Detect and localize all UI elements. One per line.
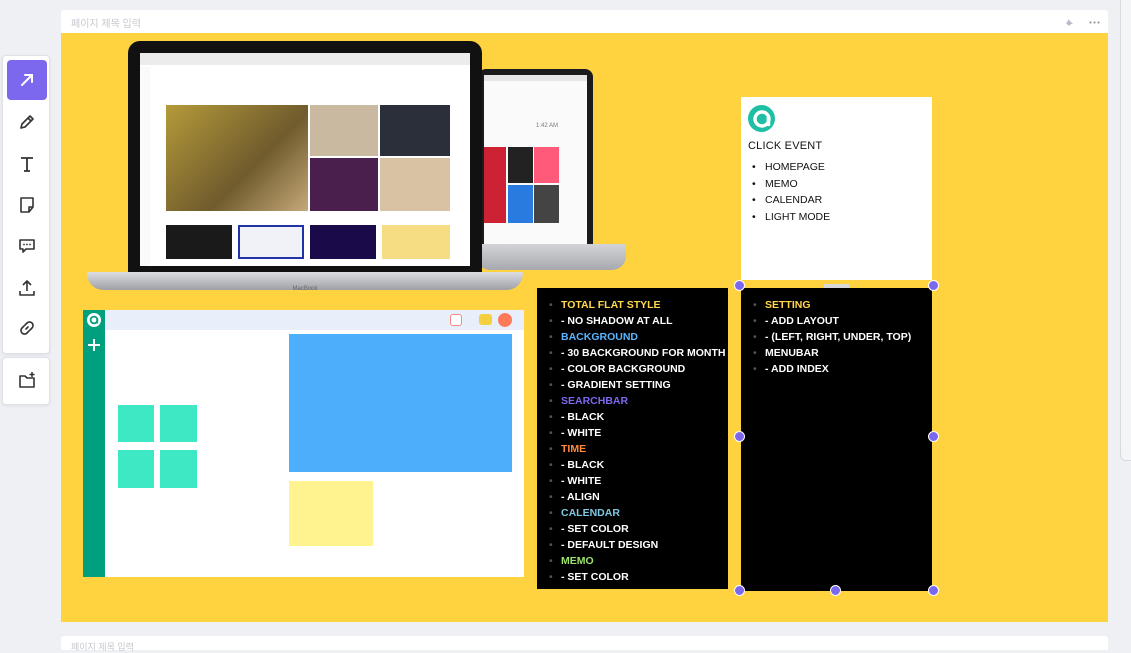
mockup-tile xyxy=(160,405,197,442)
pin-icon[interactable] xyxy=(1064,15,1075,26)
laptop-front-base: MacBook xyxy=(87,272,523,292)
app-logo-icon xyxy=(748,105,775,132)
laptop-clock: 1:42 AM xyxy=(536,123,559,129)
text-tool-button[interactable] xyxy=(7,144,47,184)
list-item: SETTING xyxy=(753,297,911,313)
list-item: HOMEPAGE xyxy=(752,159,830,176)
sticky-note-tool-button[interactable] xyxy=(7,185,47,225)
laptop-image-back[interactable]: 1:42 AM xyxy=(478,69,593,244)
mockup-topbar xyxy=(105,310,524,330)
mockup-sidebar xyxy=(83,310,105,577)
sticky-note-icon xyxy=(20,197,34,213)
link-tool-button[interactable] xyxy=(7,308,47,348)
next-page-frame-header: 페이지 제목 입력 xyxy=(61,636,1108,652)
list-item: TIME xyxy=(549,441,726,457)
resize-handle-top-left[interactable] xyxy=(734,280,745,291)
tool-palette xyxy=(2,55,50,354)
right-panel-edge xyxy=(1120,0,1131,461)
mockup-tile xyxy=(118,405,154,442)
list-item: TOTAL FLAT STYLE xyxy=(549,297,726,313)
list-item: - COLOR BACKGROUND xyxy=(549,361,726,377)
setting-note[interactable]: SETTING- ADD LAYOUT- (LEFT, RIGHT, UNDER… xyxy=(741,288,932,591)
laptop-image-front[interactable] xyxy=(128,41,482,274)
list-item: - WHITE xyxy=(549,425,726,441)
click-event-list: HOMEPAGE MEMO CALENDAR LIGHT MODE xyxy=(752,159,830,225)
list-item: - BLACK xyxy=(549,409,726,425)
upload-tool-button[interactable] xyxy=(7,268,47,308)
page-title-input[interactable]: 페이지 제목 입력 xyxy=(71,15,141,30)
resize-handle-right[interactable] xyxy=(928,431,939,442)
features-note[interactable]: TOTAL FLAT STYLE- NO SHADOW AT ALLBACKGR… xyxy=(537,288,728,589)
mockup-yellow-block xyxy=(289,481,373,546)
resize-handle-bottom-left[interactable] xyxy=(734,585,745,596)
click-event-title: CLICK EVENT xyxy=(748,140,823,152)
list-item: - 30 BACKGROUND FOR MONTH xyxy=(549,345,726,361)
add-folder-button[interactable] xyxy=(7,361,47,401)
mockup-blue-block xyxy=(289,334,512,472)
mockup-tile xyxy=(118,450,154,488)
list-item: MEMO xyxy=(752,176,830,193)
calendar-icon xyxy=(450,314,462,326)
list-item: MENUBAR xyxy=(753,345,911,361)
list-item: LIGHT MODE xyxy=(752,209,830,226)
page-frame-header: 페이지 제목 입력 xyxy=(61,10,1108,33)
upload-icon xyxy=(19,280,35,296)
list-item: - ADD LAYOUT xyxy=(753,313,911,329)
mockup-logo-icon xyxy=(87,313,101,327)
list-item: - DEFAULT DESIGN xyxy=(549,537,726,553)
link-icon xyxy=(20,321,34,335)
list-item: - (LEFT, RIGHT, UNDER, TOP) xyxy=(753,329,911,345)
comment-tool-button[interactable] xyxy=(7,226,47,266)
list-item: - SET COLOR xyxy=(549,521,726,537)
features-list: TOTAL FLAT STYLE- NO SHADOW AT ALLBACKGR… xyxy=(549,297,726,585)
list-item: - ALIGN xyxy=(549,489,726,505)
text-t-icon xyxy=(21,157,33,172)
click-event-card[interactable]: CLICK EVENT HOMEPAGE MEMO CALENDAR LIGHT… xyxy=(741,97,932,280)
laptop-brand-label: MacBook xyxy=(292,286,318,292)
list-item: CALENDAR xyxy=(752,192,830,209)
folder-plus-icon xyxy=(19,372,35,388)
arrow-cursor-icon xyxy=(21,74,33,86)
resize-handle-bottom-right[interactable] xyxy=(928,585,939,596)
list-item: - ADD INDEX xyxy=(753,361,911,377)
more-options-icon[interactable] xyxy=(1089,15,1100,26)
list-item: - SET COLOR xyxy=(549,569,726,585)
mockup-add-icon xyxy=(87,338,101,352)
extra-tool-palette xyxy=(2,357,50,405)
resize-handle-bottom[interactable] xyxy=(830,585,841,596)
list-item: CALENDAR xyxy=(549,505,726,521)
list-item: - WHITE xyxy=(549,473,726,489)
resize-handle-left[interactable] xyxy=(734,431,745,442)
comment-icon xyxy=(19,239,35,253)
select-tool-button[interactable] xyxy=(7,60,47,100)
list-item: BACKGROUND xyxy=(549,329,726,345)
memo-icon xyxy=(479,314,492,325)
notification-icon xyxy=(498,313,512,327)
list-item: - BLACK xyxy=(549,457,726,473)
list-item: SEARCHBAR xyxy=(549,393,726,409)
pencil-icon xyxy=(20,115,34,129)
laptop-back-base xyxy=(476,244,626,270)
resize-handle-top-right[interactable] xyxy=(928,280,939,291)
list-item: - GRADIENT SETTING xyxy=(549,377,726,393)
list-item: MEMO xyxy=(549,553,726,569)
setting-list: SETTING- ADD LAYOUT- (LEFT, RIGHT, UNDER… xyxy=(753,297,911,377)
app-mockup-image[interactable] xyxy=(83,310,524,577)
list-item: - NO SHADOW AT ALL xyxy=(549,313,726,329)
pen-tool-button[interactable] xyxy=(7,102,47,142)
mockup-tile xyxy=(160,450,197,488)
